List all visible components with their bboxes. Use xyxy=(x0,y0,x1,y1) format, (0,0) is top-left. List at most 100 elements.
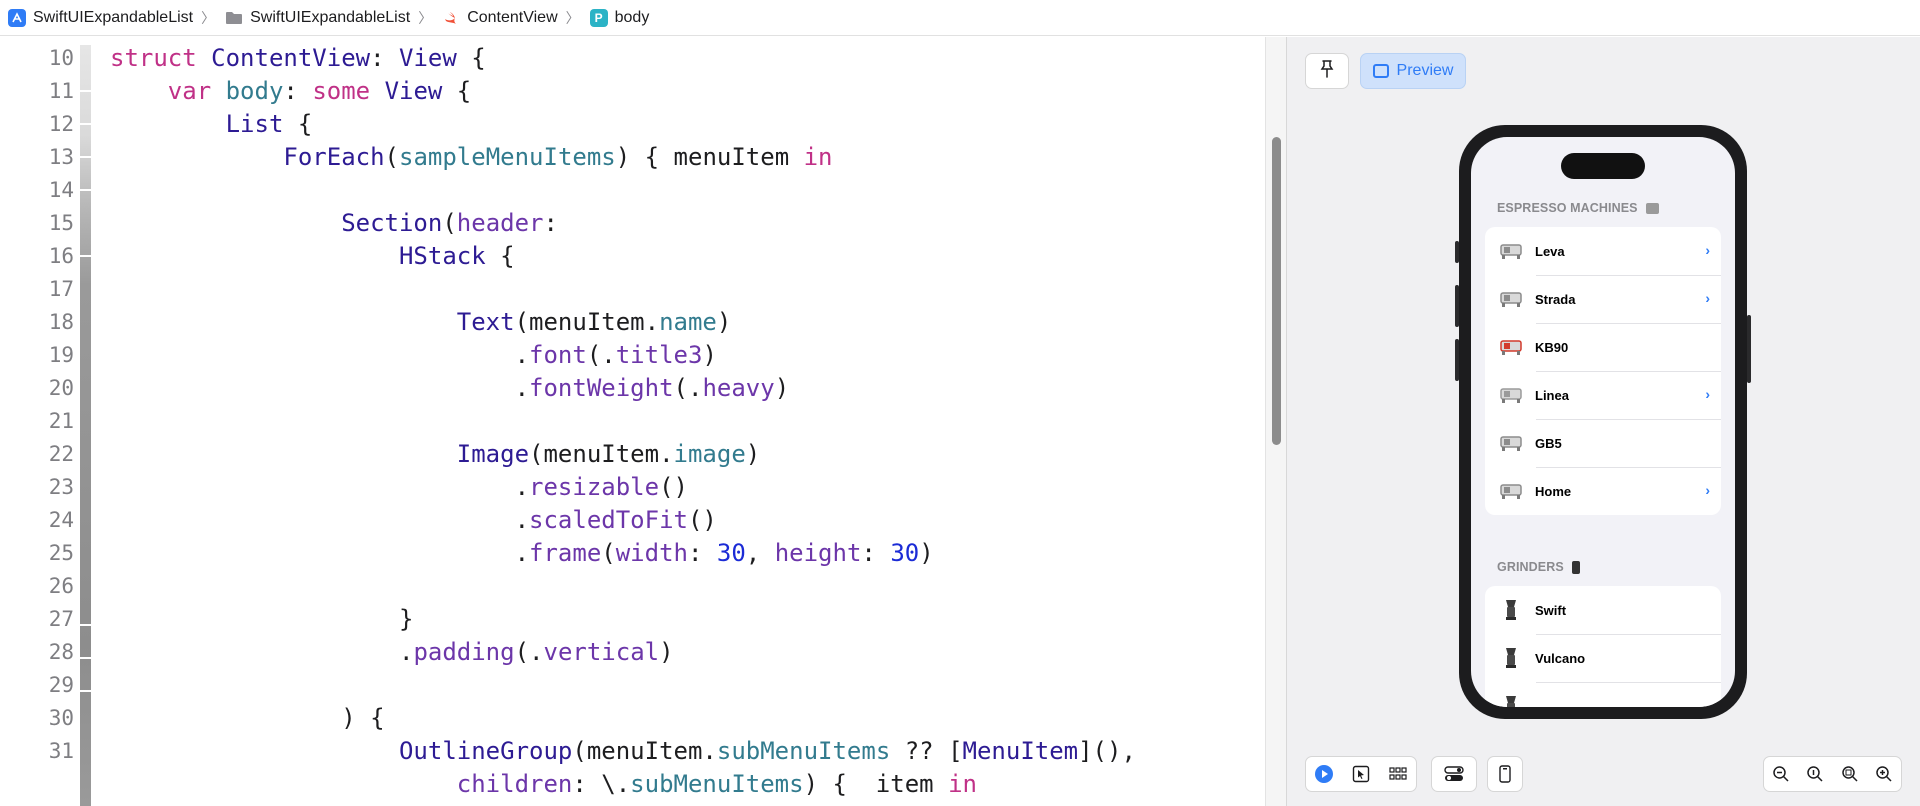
code-line[interactable]: .scaledToFit() xyxy=(110,504,717,537)
folder-icon xyxy=(225,9,243,27)
breadcrumb-item-project[interactable]: SwiftUIExpandableList 〉 xyxy=(8,0,225,36)
line-number[interactable]: 29 xyxy=(0,669,74,702)
line-number[interactable]: 10 xyxy=(0,42,74,75)
variants-button[interactable] xyxy=(1431,756,1477,792)
line-number[interactable]: 12 xyxy=(0,108,74,141)
zoom-actual-icon[interactable] xyxy=(1804,763,1826,785)
list-row[interactable]: Strada › xyxy=(1485,275,1721,323)
code-line[interactable]: .resizable() xyxy=(110,471,688,504)
breadcrumb-label: SwiftUIExpandableList xyxy=(250,8,411,26)
code-line[interactable]: ) { xyxy=(110,702,384,735)
zoom-out-icon[interactable] xyxy=(1770,763,1792,785)
line-number[interactable]: 30 xyxy=(0,702,74,735)
variants-icon xyxy=(1443,763,1465,785)
line-number[interactable]: 17 xyxy=(0,273,74,306)
list-row[interactable]: Swift xyxy=(1485,586,1721,634)
code-line[interactable]: Text(menuItem.name) xyxy=(110,306,732,339)
code-token: height xyxy=(774,539,862,567)
breadcrumb-item-file[interactable]: ContentView 〉 xyxy=(442,0,589,36)
line-number[interactable]: 26 xyxy=(0,570,74,603)
code-line[interactable]: var body: some View { xyxy=(110,75,471,108)
code-line[interactable]: .font(.title3) xyxy=(110,339,717,372)
xcode-app-icon xyxy=(8,8,26,27)
list-row[interactable]: Leva › xyxy=(1485,227,1721,275)
disclosure-chevron-icon[interactable]: › xyxy=(1705,482,1710,498)
code-line[interactable]: .fontWeight(.heavy) xyxy=(110,372,790,405)
line-number[interactable]: 11 xyxy=(0,75,74,108)
zoom-in-icon[interactable] xyxy=(1873,763,1895,785)
code-line[interactable]: .padding(.vertical) xyxy=(110,636,674,669)
code-line[interactable]: Image(menuItem.image) xyxy=(110,438,760,471)
code-token: } xyxy=(110,605,414,633)
code-token: (. xyxy=(586,341,616,369)
disclosure-chevron-icon[interactable]: › xyxy=(1705,242,1710,258)
list-row[interactable]: Vulcano xyxy=(1485,634,1721,682)
list-row[interactable]: Home › xyxy=(1485,467,1721,515)
disclosure-chevron-icon[interactable]: › xyxy=(1705,386,1710,402)
line-number[interactable]: 16 xyxy=(0,240,74,273)
breadcrumb-label: body xyxy=(614,8,650,26)
pin-preview-button[interactable] xyxy=(1305,53,1349,89)
code-line[interactable]: .frame(width: 30, height: 30) xyxy=(110,537,934,570)
code-line[interactable]: ForEach(sampleMenuItems) { menuItem in xyxy=(110,141,833,174)
code-token: subMenuItems xyxy=(630,770,804,798)
code-line[interactable]: struct ContentView: View { xyxy=(110,42,486,75)
list-row[interactable] xyxy=(1485,682,1721,707)
line-number[interactable]: 28 xyxy=(0,636,74,669)
line-number[interactable]: 21 xyxy=(0,405,74,438)
grid-icon[interactable] xyxy=(1387,763,1409,785)
section-header-label: GRINDERS xyxy=(1497,560,1564,574)
list-row-label: Vulcano xyxy=(1535,650,1586,666)
code-line[interactable]: } xyxy=(110,603,413,636)
code-line[interactable]: Section(header: xyxy=(110,207,558,240)
code-line[interactable]: List { xyxy=(110,108,313,141)
play-icon[interactable] xyxy=(1313,763,1335,785)
espresso-machine-icon xyxy=(1645,202,1659,214)
list-row[interactable]: KB90 xyxy=(1485,323,1721,371)
line-number[interactable]: 14 xyxy=(0,174,74,207)
code-line[interactable]: OutlineGroup(menuItem.subMenuItems ?? [M… xyxy=(110,735,1136,768)
line-number[interactable]: 18 xyxy=(0,306,74,339)
line-number[interactable]: 19 xyxy=(0,339,74,372)
preview-mode-button[interactable]: Preview xyxy=(1360,53,1466,89)
line-number[interactable]: 13 xyxy=(0,141,74,174)
code-token: (. xyxy=(673,374,703,402)
line-number[interactable]: 23 xyxy=(0,471,74,504)
preview-mode-controls xyxy=(1305,756,1417,792)
line-number[interactable]: 25 xyxy=(0,537,74,570)
code-token: in xyxy=(803,143,833,171)
editor-scrollbar[interactable] xyxy=(1265,37,1287,806)
select-icon[interactable] xyxy=(1350,763,1372,785)
code-line[interactable]: HStack { xyxy=(110,240,515,273)
code-token: 30 xyxy=(716,539,746,567)
device-screen: ESPRESSO MACHINES Leva › Strada › KB90 Linea ›… xyxy=(1471,137,1735,707)
code-line[interactable]: children: \.subMenuItems) { item in xyxy=(110,768,977,801)
line-number[interactable]: 15 xyxy=(0,207,74,240)
zoom-controls xyxy=(1763,756,1902,792)
code-folding-ribbon[interactable] xyxy=(80,45,91,806)
breadcrumb-item-symbol[interactable]: P body xyxy=(589,0,650,36)
list-row[interactable]: GB5 xyxy=(1485,419,1721,467)
source-editor[interactable]: 10 11 12 13 14 15 16 17 18 19 20 21 22 23 24 25 26 27 28 29… xyxy=(0,37,1265,806)
zoom-fit-icon[interactable] xyxy=(1839,763,1861,785)
line-number[interactable]: 24 xyxy=(0,504,74,537)
code-token: . xyxy=(110,539,530,567)
breadcrumb-item-folder[interactable]: SwiftUIExpandableList 〉 xyxy=(225,0,442,36)
line-number[interactable]: 20 xyxy=(0,372,74,405)
code-token: fontWeight xyxy=(529,374,674,402)
code-token: var xyxy=(167,77,212,105)
line-number[interactable]: 22 xyxy=(0,438,74,471)
line-number[interactable]: 31 xyxy=(0,735,74,768)
line-number[interactable]: 27 xyxy=(0,603,74,636)
code-token: (menuItem. xyxy=(529,440,674,468)
list-row[interactable]: Linea › xyxy=(1485,371,1721,419)
code-token: ) xyxy=(716,308,732,336)
disclosure-chevron-icon[interactable]: › xyxy=(1705,290,1710,306)
editor-scrollbar-thumb[interactable] xyxy=(1272,137,1281,445)
device-settings-button[interactable] xyxy=(1487,756,1523,792)
